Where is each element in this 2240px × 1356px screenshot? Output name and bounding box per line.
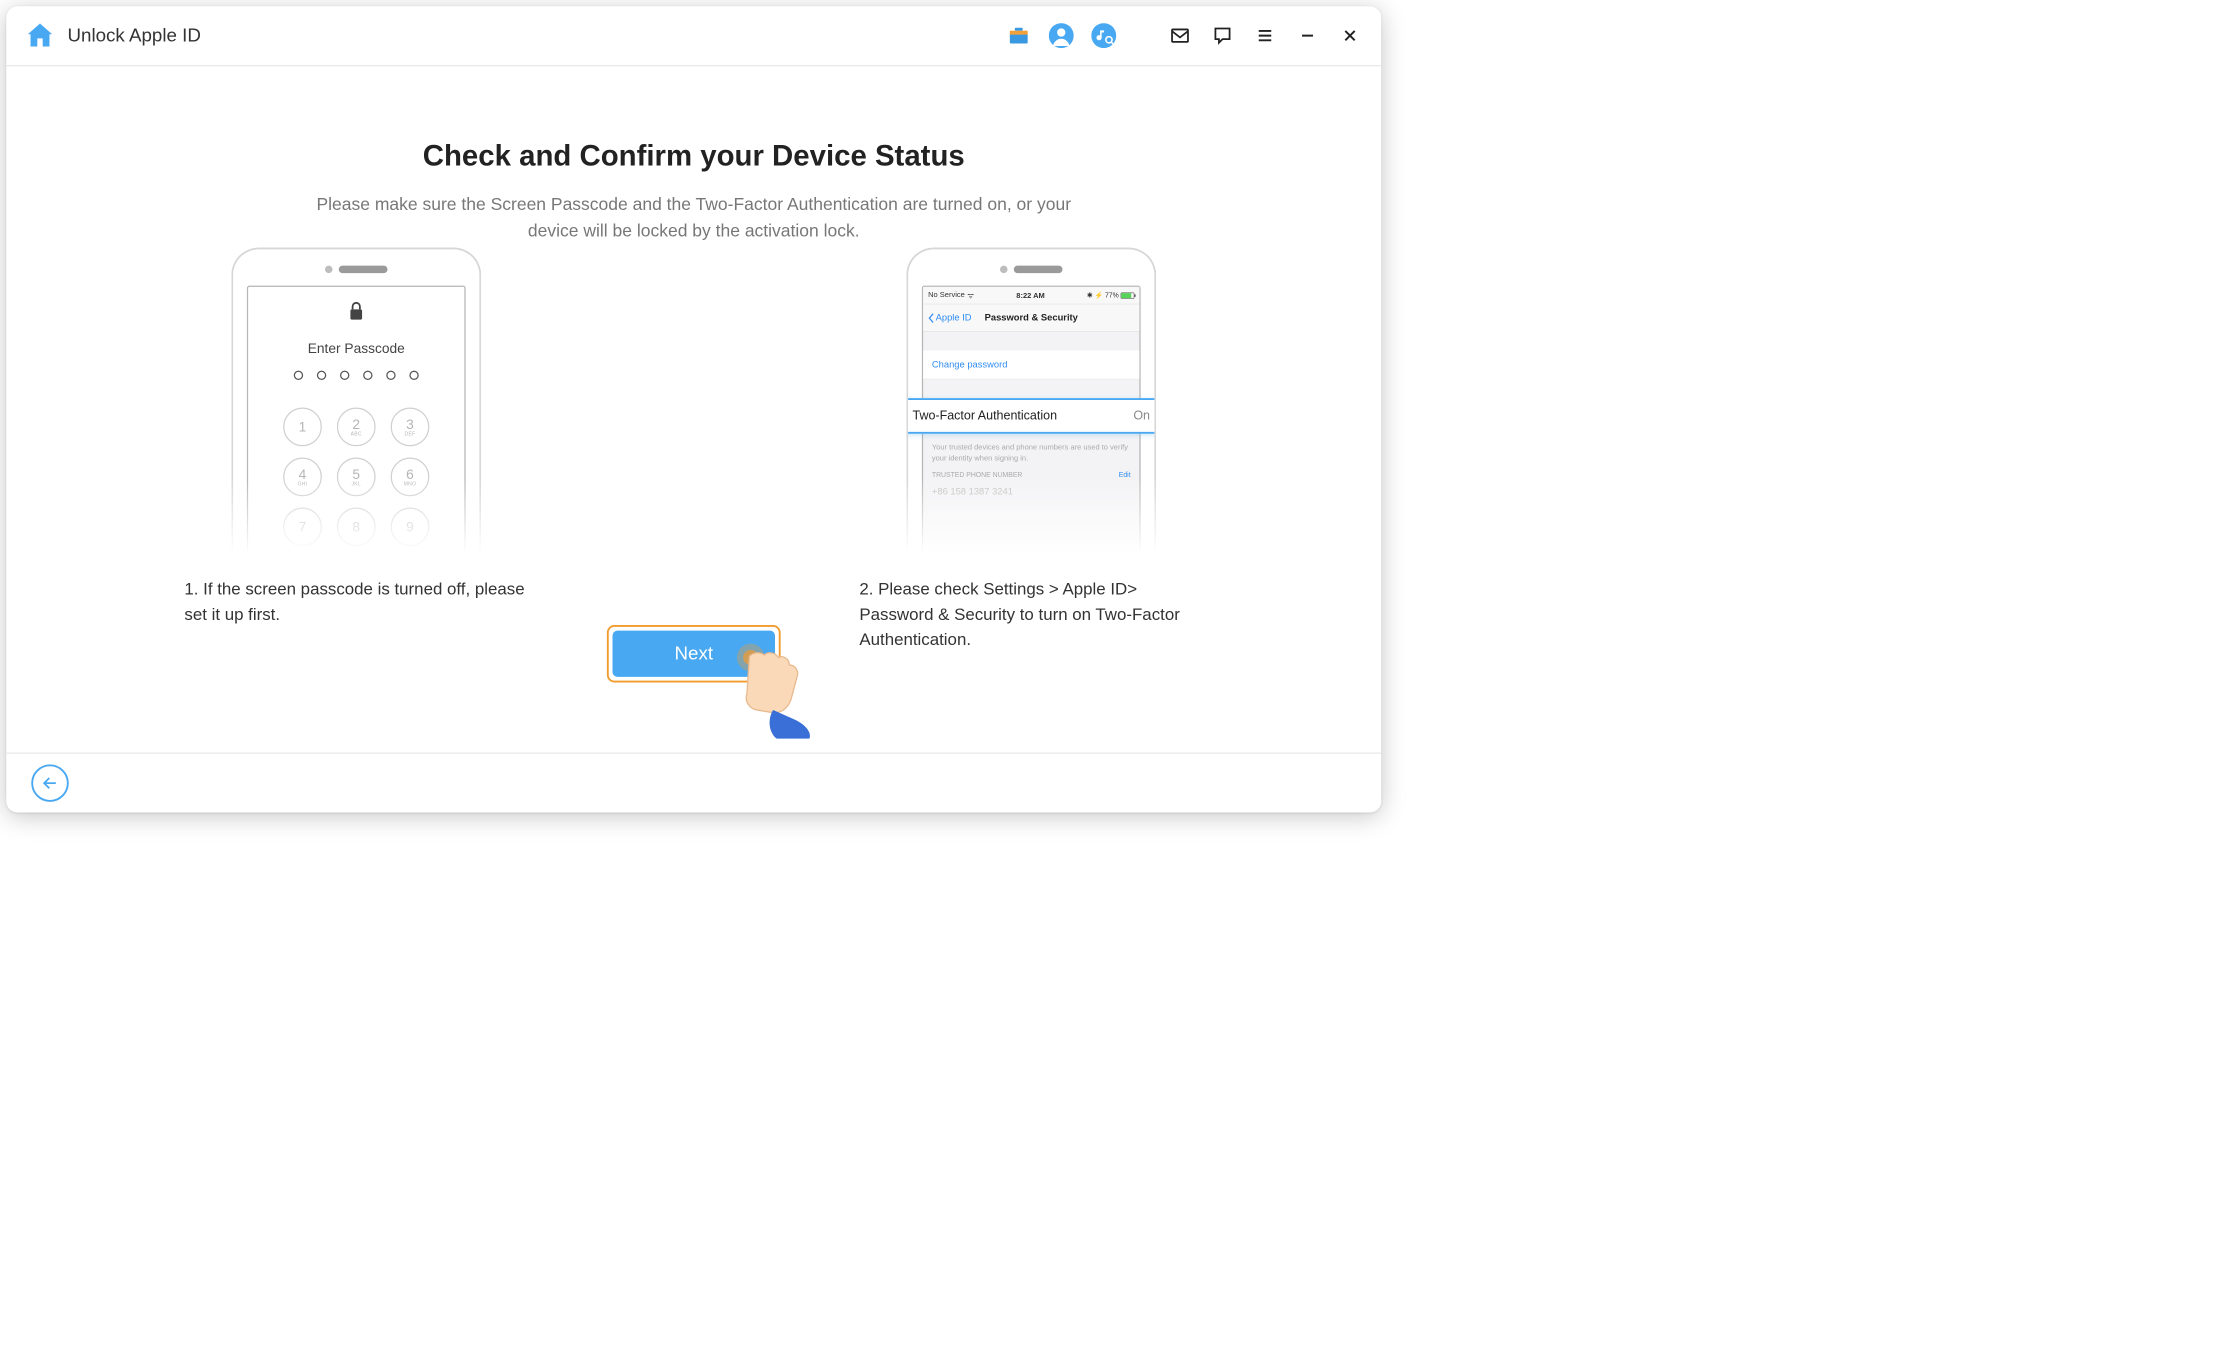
edit-label: Edit <box>1119 471 1131 479</box>
title-bar: Unlock Apple ID <box>6 6 1381 66</box>
phone-tfa-frame: No Service ᯤ 8:22 AM ✱ ⚡ 77% Apple ID Pa… <box>906 248 1156 554</box>
toolbar-right <box>1005 22 1364 50</box>
tfa-footnote: Your trusted devices and phone numbers a… <box>923 434 1139 472</box>
phone-passcode-frame: Enter Passcode 1 2ABC 3DEF 4GHI 5JKL 6MN… <box>231 248 481 554</box>
trusted-phone-number: +86 158 1387 3241 <box>923 479 1139 505</box>
change-password-cell: Change password <box>923 351 1139 380</box>
chat-icon[interactable] <box>1209 22 1237 50</box>
music-search-icon[interactable] <box>1090 22 1118 50</box>
back-button[interactable] <box>31 764 69 802</box>
app-window: Unlock Apple ID <box>6 6 1381 812</box>
next-button-area: Next <box>607 625 781 683</box>
caption-left: 1. If the screen passcode is turned off,… <box>184 576 528 627</box>
headline: Check and Confirm your Device Status <box>423 138 965 172</box>
passcode-screen: Enter Passcode 1 2ABC 3DEF 4GHI 5JKL 6MN… <box>247 286 466 554</box>
toolbox-icon[interactable] <box>1005 22 1033 50</box>
tfa-screen: No Service ᯤ 8:22 AM ✱ ⚡ 77% Apple ID Pa… <box>922 286 1141 554</box>
nav-back: Apple ID <box>928 313 971 324</box>
close-icon[interactable] <box>1336 22 1364 50</box>
footer-bar <box>6 753 1381 813</box>
phone-illustrations: Enter Passcode 1 2ABC 3DEF 4GHI 5JKL 6MN… <box>184 248 1203 653</box>
subtext: Please make sure the Screen Passcode and… <box>300 191 1088 244</box>
page-title: Unlock Apple ID <box>68 25 201 46</box>
status-bar: No Service ᯤ 8:22 AM ✱ ⚡ 77% <box>923 287 1139 305</box>
trusted-phone-header: TRUSTED PHONE NUMBER Edit <box>923 471 1139 479</box>
main-content: Check and Confirm your Device Status Ple… <box>6 66 1381 752</box>
next-button-highlight: Next <box>607 625 781 683</box>
lock-icon <box>348 301 366 322</box>
menu-icon[interactable] <box>1251 22 1279 50</box>
nav-header: Apple ID Password & Security <box>923 304 1139 332</box>
tfa-value: On <box>1133 409 1150 423</box>
caption-right: 2. Please check Settings > Apple ID> Pas… <box>859 576 1203 652</box>
home-icon[interactable] <box>24 19 57 52</box>
minimize-icon[interactable] <box>1294 22 1322 50</box>
next-button[interactable]: Next <box>613 631 776 677</box>
phone-passcode-column: Enter Passcode 1 2ABC 3DEF 4GHI 5JKL 6MN… <box>184 248 528 653</box>
phone-tfa-column: No Service ᯤ 8:22 AM ✱ ⚡ 77% Apple ID Pa… <box>859 248 1203 653</box>
keypad: 1 2ABC 3DEF 4GHI 5JKL 6MNO 7 8 9 <box>283 408 429 547</box>
user-icon[interactable] <box>1048 22 1076 50</box>
enter-passcode-label: Enter Passcode <box>308 341 405 357</box>
two-factor-row: Two-Factor Authentication On <box>906 398 1156 434</box>
nav-title: Password & Security <box>985 313 1078 324</box>
tfa-label: Two-Factor Authentication <box>913 409 1058 423</box>
passcode-dots <box>294 371 419 380</box>
mail-icon[interactable] <box>1166 22 1194 50</box>
